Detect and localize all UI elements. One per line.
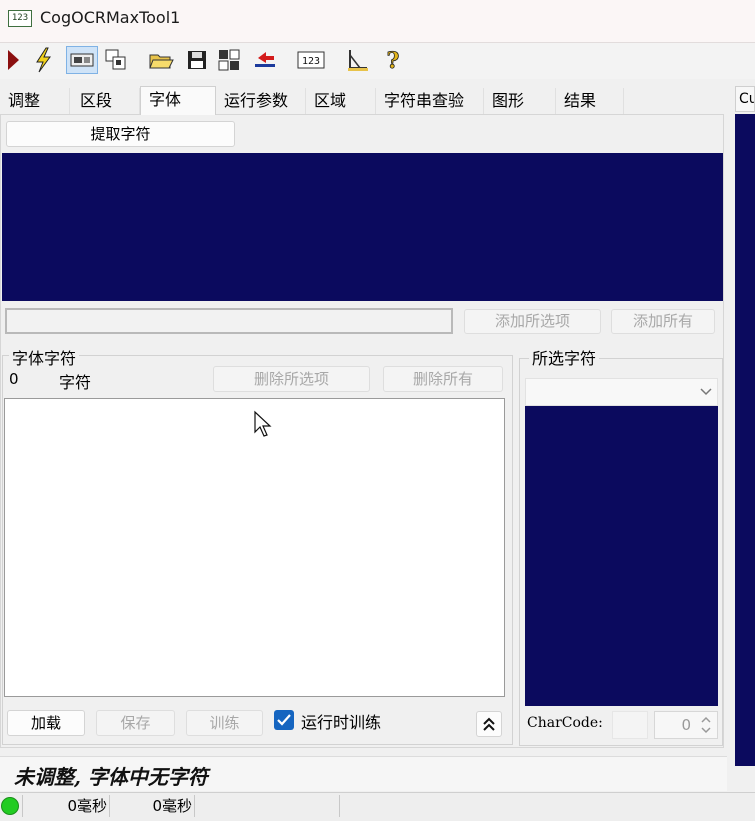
tab-font[interactable]: 字体 bbox=[140, 86, 216, 115]
load-button[interactable]: 加载 bbox=[7, 710, 85, 736]
svg-text:123: 123 bbox=[302, 56, 320, 67]
charcode-value: 0 bbox=[681, 716, 691, 734]
extracted-chars-field[interactable] bbox=[5, 308, 453, 334]
tab-graphics[interactable]: 图形 bbox=[484, 88, 556, 114]
side-tab[interactable]: Cu bbox=[735, 86, 755, 112]
reload-icon[interactable] bbox=[252, 46, 278, 74]
side-panel: Cu bbox=[735, 86, 755, 766]
extract-chars-button[interactable]: 提取字符 bbox=[6, 121, 235, 147]
electric-icon[interactable] bbox=[30, 46, 56, 74]
tab-strip: 调整 区段 字体 运行参数 区域 字符串查验 图形 结果 bbox=[0, 86, 735, 115]
help-icon[interactable]: ? bbox=[380, 46, 406, 74]
tab-run-params[interactable]: 运行参数 bbox=[216, 88, 306, 114]
selected-chars-label: 所选字符 bbox=[529, 345, 600, 369]
spinner-arrows-icon[interactable] bbox=[699, 714, 713, 736]
image-window-icon[interactable] bbox=[103, 46, 129, 74]
train-runtime-label: 运行时训练 bbox=[301, 713, 382, 732]
app-icon: 123 bbox=[8, 10, 32, 27]
extraction-preview[interactable] bbox=[2, 153, 723, 301]
display-icon[interactable] bbox=[66, 46, 98, 74]
reset-icon[interactable] bbox=[216, 46, 242, 74]
selected-char-dropdown[interactable] bbox=[525, 378, 718, 406]
save-icon[interactable] bbox=[184, 46, 210, 74]
char-count: 0 bbox=[9, 370, 19, 388]
status-message: 未调整, 字体中无字符 bbox=[14, 765, 208, 789]
train-runtime-checkbox[interactable] bbox=[274, 710, 294, 730]
open-folder-icon[interactable] bbox=[146, 46, 176, 74]
elapsed-time-2: 0毫秒 bbox=[110, 795, 195, 817]
train-button[interactable]: 训练 bbox=[186, 710, 263, 736]
delete-all-button[interactable]: 删除所有 bbox=[383, 366, 503, 392]
font-chars-list[interactable] bbox=[4, 398, 505, 697]
add-all-button[interactable]: 添加所有 bbox=[611, 309, 715, 334]
font-chars-label: 字体字符 bbox=[9, 345, 80, 369]
collapse-button[interactable] bbox=[476, 711, 502, 737]
tab-segment[interactable]: 区段 bbox=[72, 88, 140, 114]
delete-selected-button[interactable]: 删除所选项 bbox=[213, 366, 370, 392]
tab-results[interactable]: 结果 bbox=[556, 88, 624, 114]
tab-adjust[interactable]: 调整 bbox=[0, 88, 70, 114]
status-bar: 0毫秒 0毫秒 bbox=[0, 792, 755, 821]
run-icon[interactable] bbox=[0, 46, 26, 74]
chars-header: 字符 bbox=[59, 373, 92, 392]
add-selected-button[interactable]: 添加所选项 bbox=[464, 309, 601, 334]
status-bar-cell bbox=[195, 795, 340, 817]
toolbar: 123 ? bbox=[0, 43, 755, 79]
calibrate-icon[interactable] bbox=[344, 46, 370, 74]
svg-text:?: ? bbox=[387, 48, 400, 73]
double-chevron-up-icon bbox=[483, 717, 495, 731]
check-icon bbox=[277, 714, 291, 726]
save-button[interactable]: 保存 bbox=[96, 710, 175, 736]
tab-string-check[interactable]: 字符串查验 bbox=[376, 88, 484, 114]
chevron-down-icon bbox=[700, 388, 712, 396]
status-message-bar: 未调整, 字体中无字符 bbox=[0, 756, 727, 791]
window-title: CogOCRMaxTool1 bbox=[40, 8, 181, 27]
charcode-char-box bbox=[612, 711, 648, 739]
ocr-icon[interactable]: 123 bbox=[296, 46, 326, 74]
side-display bbox=[735, 114, 755, 766]
charcode-label: CharCode: bbox=[527, 715, 603, 731]
cursor-icon bbox=[254, 410, 272, 437]
selected-char-preview bbox=[525, 406, 718, 706]
elapsed-time-1: 0毫秒 bbox=[22, 795, 110, 817]
tab-region[interactable]: 区域 bbox=[306, 88, 376, 114]
charcode-spinner[interactable]: 0 bbox=[654, 711, 718, 739]
title-bar: 123 CogOCRMaxTool1 bbox=[0, 0, 755, 43]
status-indicator-icon bbox=[1, 797, 19, 815]
